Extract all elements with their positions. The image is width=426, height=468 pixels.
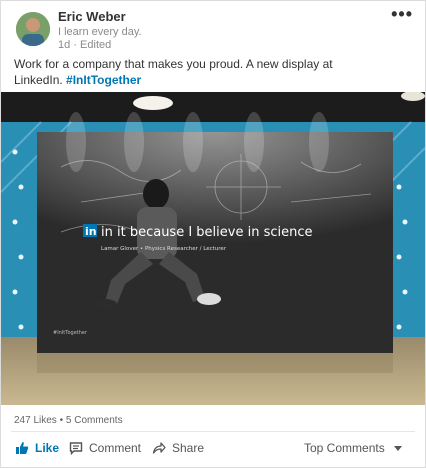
- photo-scene: in in it because I believe in science La…: [1, 92, 425, 405]
- author-name[interactable]: Eric Weber: [58, 9, 126, 24]
- share-arrow-icon: [152, 442, 166, 454]
- more-options-icon[interactable]: •••: [391, 4, 413, 25]
- corner-tag: #InItTogether: [53, 330, 88, 336]
- top-comments-dropdown[interactable]: Top Comments: [304, 441, 405, 455]
- post-body: Work for a company that makes you proud.…: [14, 57, 333, 87]
- likes-count[interactable]: 247 Likes: [14, 415, 57, 426]
- like-button[interactable]: Like: [15, 441, 59, 455]
- chevron-down-icon: [393, 446, 402, 451]
- comment-label: Comment: [89, 441, 142, 455]
- thumbs-up-icon: [16, 442, 29, 454]
- share-label: Share: [172, 441, 205, 455]
- edited-label: Edited: [80, 39, 112, 51]
- avatar-image: [16, 12, 50, 46]
- post-time: 1d: [58, 39, 71, 51]
- engagement-counts: 247 Likes • 5 Comments: [14, 415, 123, 426]
- comment-icon: [69, 442, 83, 455]
- banner-text: in it because I believe in science: [101, 225, 313, 240]
- comment-button[interactable]: Comment: [69, 441, 141, 455]
- counts-separator: •: [59, 415, 64, 426]
- author-headline: I learn every day.: [58, 26, 142, 38]
- hashtag-link[interactable]: #InItTogether: [66, 73, 141, 87]
- banner-caption: Lamar Glover • Physics Researcher / Lect…: [101, 246, 227, 252]
- in-mark-letters: in: [85, 225, 97, 238]
- post-meta: 1d · Edited: [58, 39, 111, 51]
- divider: [11, 431, 415, 432]
- sort-label: Top Comments: [304, 441, 385, 455]
- post-photo[interactable]: in in it because I believe in science La…: [1, 92, 425, 405]
- comments-count[interactable]: 5 Comments: [66, 415, 123, 426]
- feed-post-card: Eric Weber I learn every day. 1d · Edite…: [0, 0, 426, 468]
- share-button[interactable]: Share: [152, 441, 204, 455]
- author-avatar[interactable]: [16, 12, 50, 46]
- like-label: Like: [35, 441, 60, 455]
- post-text: Work for a company that makes you proud.…: [14, 56, 344, 88]
- action-bar: Like Comment Share Top Comments: [1, 441, 425, 461]
